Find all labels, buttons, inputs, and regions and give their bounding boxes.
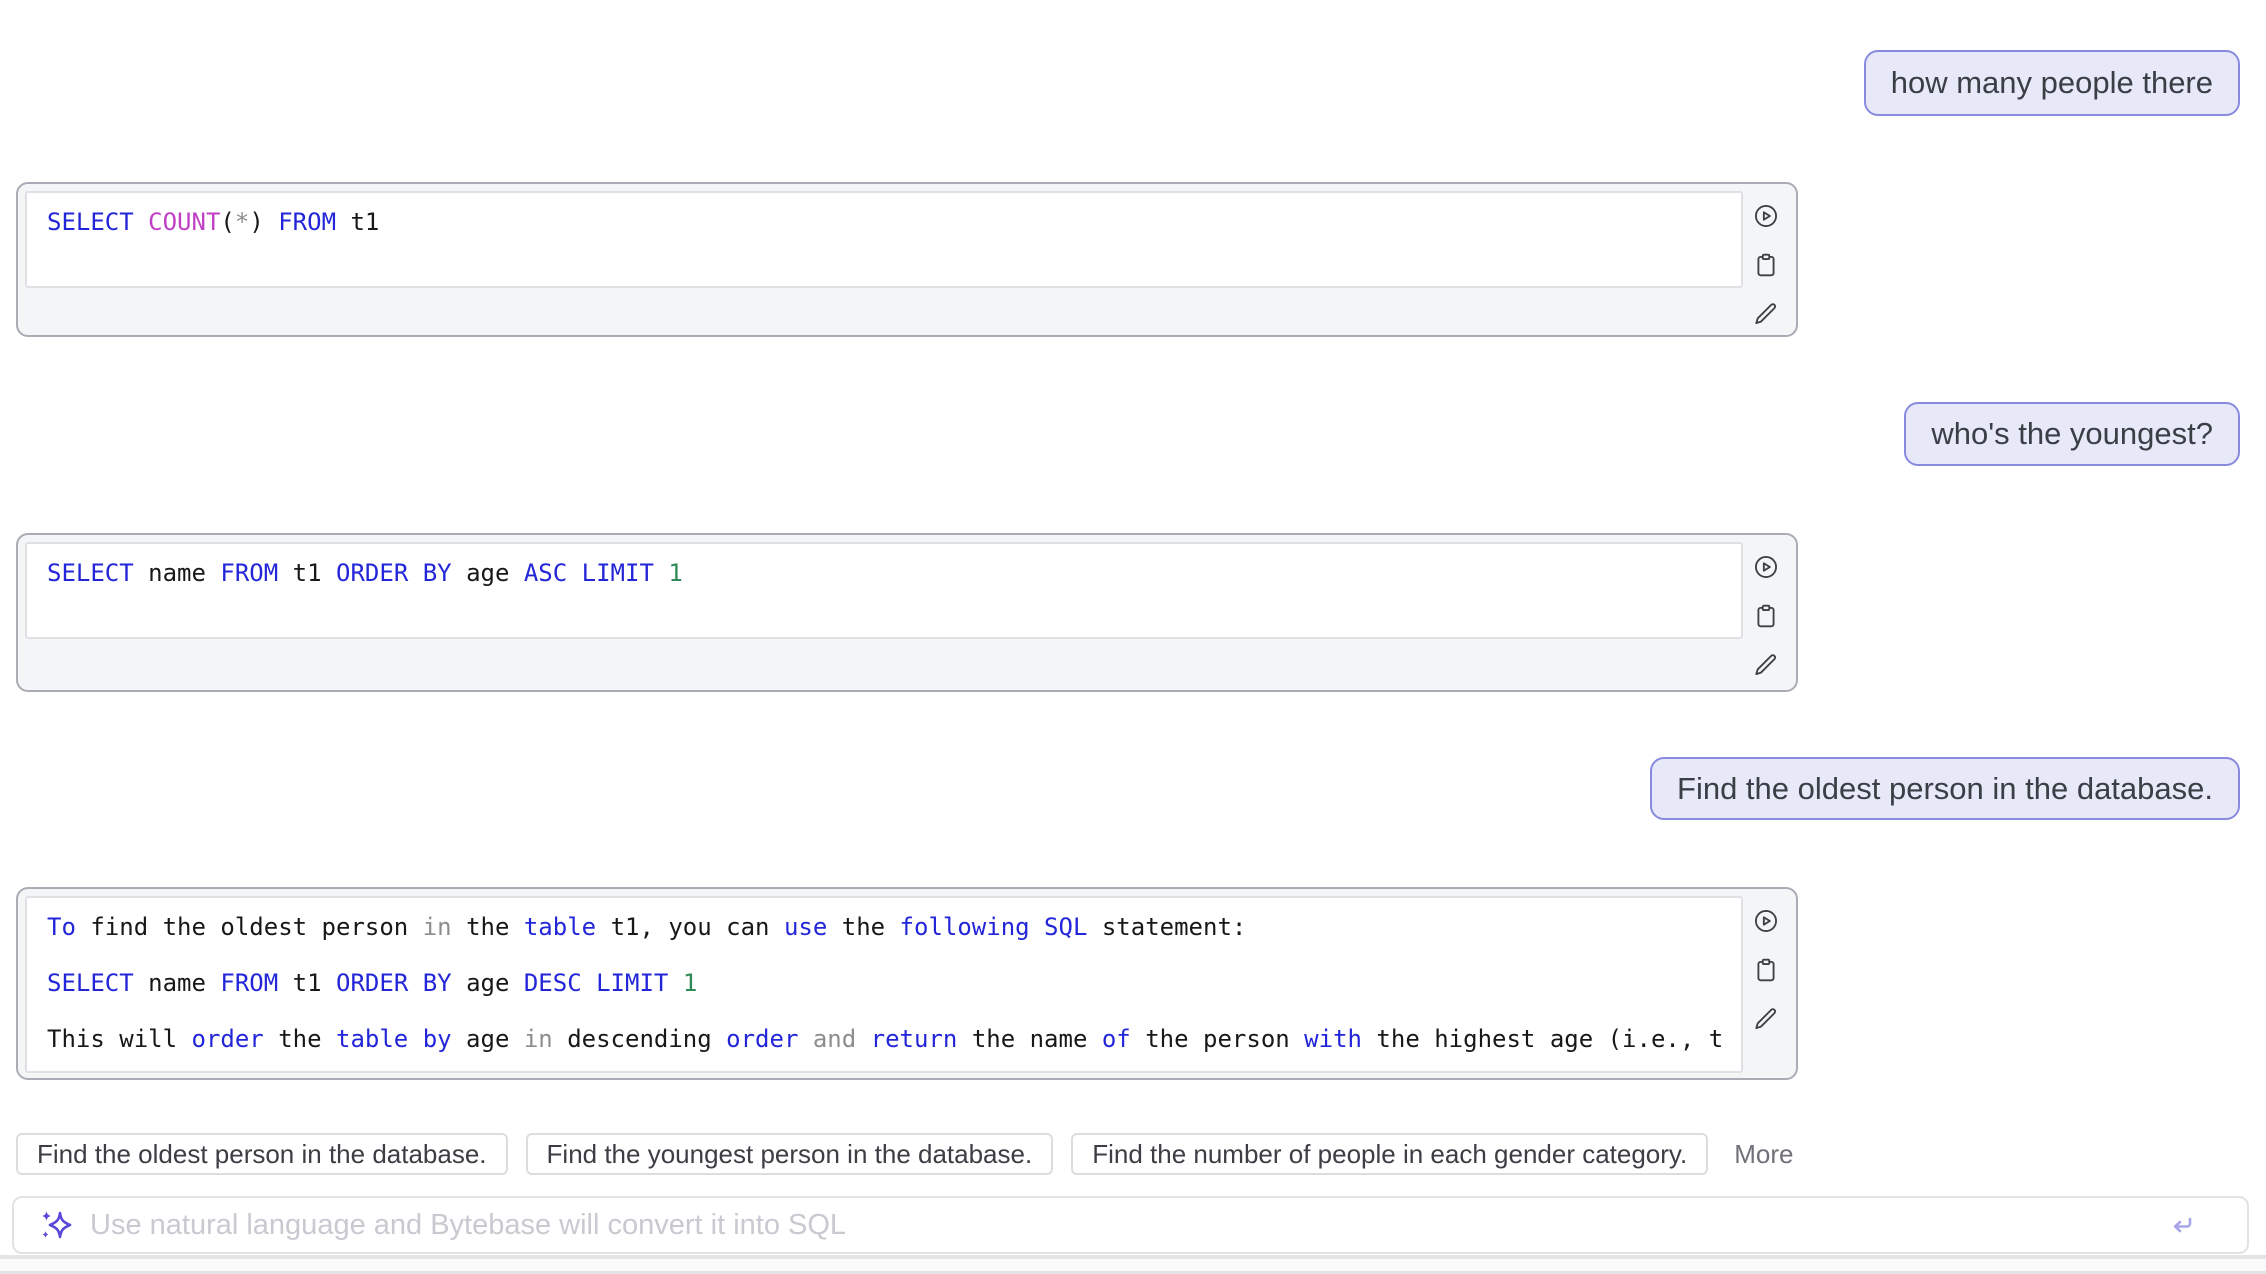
suggestion-chip-oldest[interactable]: Find the oldest person in the database. [16, 1133, 508, 1175]
copy-sql-button[interactable] [1753, 957, 1779, 983]
sql-code-editor[interactable]: SELECT COUNT(*) FROM t1 [25, 191, 1743, 288]
bottom-panel-edge [0, 1255, 2266, 1274]
suggestion-chips-row: Find the oldest person in the database. … [16, 1133, 1793, 1175]
ai-sparkle-icon [38, 1207, 74, 1243]
run-query-button[interactable] [1753, 908, 1779, 934]
suggestion-chip-gender-count[interactable]: Find the number of people in each gender… [1071, 1133, 1708, 1175]
play-circle-icon [1753, 203, 1779, 229]
copy-sql-button[interactable] [1753, 603, 1779, 629]
edit-sql-button[interactable] [1753, 652, 1779, 678]
clipboard-icon [1753, 603, 1779, 629]
clipboard-icon [1753, 957, 1779, 983]
clipboard-icon [1753, 252, 1779, 278]
edit-sql-button[interactable] [1753, 1006, 1779, 1032]
run-query-button[interactable] [1753, 203, 1779, 229]
sql-chat-panel: how many people there SELECT COUNT(*) FR… [0, 0, 2266, 1274]
submit-query-button[interactable] [2167, 1210, 2197, 1240]
play-circle-icon [1753, 908, 1779, 934]
copy-sql-button[interactable] [1753, 252, 1779, 278]
sql-response-card: SELECT name FROM t1 ORDER BY age ASC LIM… [16, 533, 1798, 692]
pencil-icon [1753, 301, 1779, 327]
user-message-bubble: how many people there [1864, 50, 2240, 116]
card-action-column [1743, 896, 1789, 1071]
nl-to-sql-input-bar [12, 1196, 2249, 1254]
sql-code-editor[interactable]: To find the oldest person in the table t… [25, 896, 1743, 1073]
sql-response-card: To find the oldest person in the table t… [16, 887, 1798, 1080]
card-action-column [1743, 542, 1789, 683]
play-circle-icon [1753, 554, 1779, 580]
user-message-bubble: Find the oldest person in the database. [1650, 757, 2240, 820]
edit-sql-button[interactable] [1753, 301, 1779, 327]
more-suggestions-link[interactable]: More [1734, 1139, 1793, 1170]
pencil-icon [1753, 652, 1779, 678]
nl-query-input[interactable] [90, 1209, 2151, 1242]
sql-response-card: SELECT COUNT(*) FROM t1 [16, 182, 1798, 337]
run-query-button[interactable] [1753, 554, 1779, 580]
return-arrow-icon [2167, 1210, 2197, 1240]
sql-code: To find the oldest person in the table t… [47, 908, 1721, 1058]
sql-code: SELECT COUNT(*) FROM t1 [47, 203, 1721, 241]
card-action-column [1743, 191, 1789, 328]
sql-code-editor[interactable]: SELECT name FROM t1 ORDER BY age ASC LIM… [25, 542, 1743, 639]
suggestion-chip-youngest[interactable]: Find the youngest person in the database… [526, 1133, 1054, 1175]
sql-code: SELECT name FROM t1 ORDER BY age ASC LIM… [47, 554, 1721, 592]
user-message-bubble: who's the youngest? [1904, 402, 2240, 466]
pencil-icon [1753, 1006, 1779, 1032]
